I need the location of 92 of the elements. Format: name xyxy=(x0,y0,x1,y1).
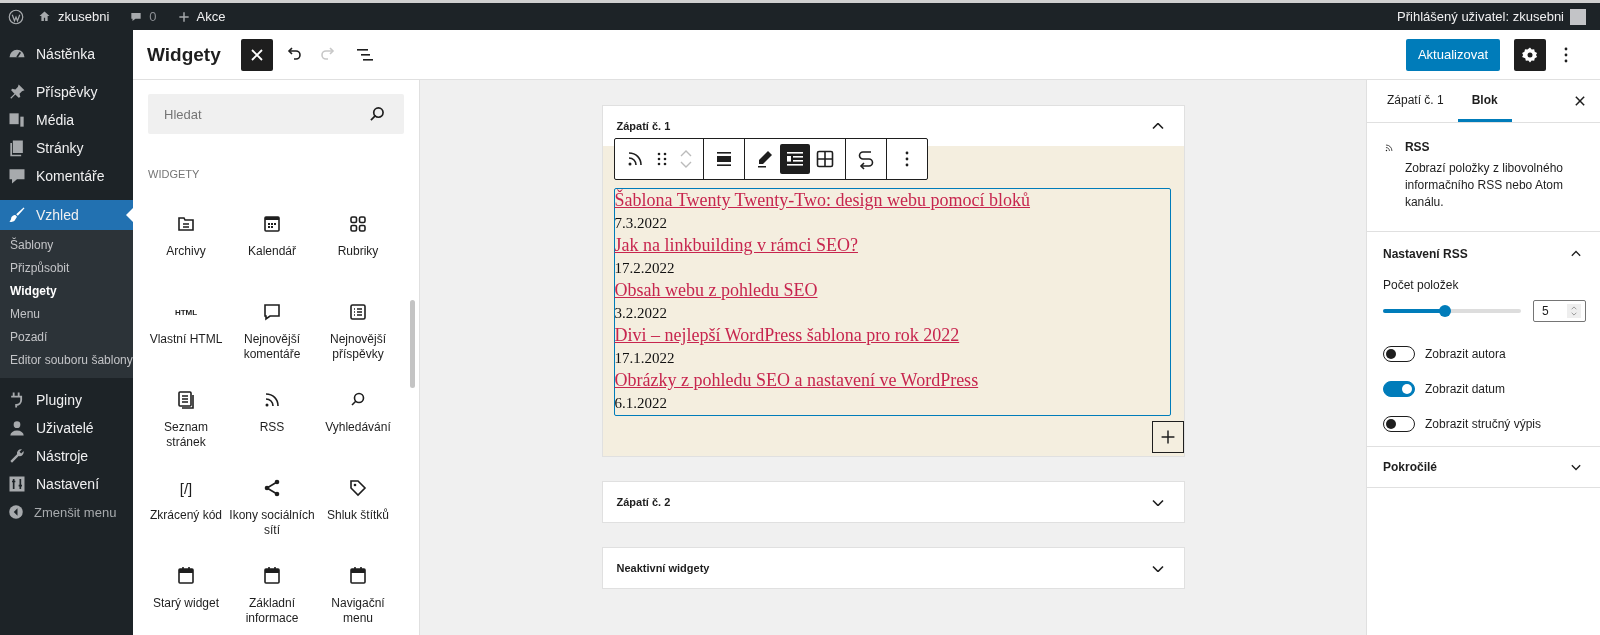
block-item[interactable]: Navigační menu xyxy=(315,554,401,635)
list-button[interactable] xyxy=(779,144,810,174)
sidebar-sublink[interactable]: Menu xyxy=(0,303,133,326)
post-date: 6.1.2022 xyxy=(614,394,668,413)
block-description: Zobrazí položky z libovolného informačního RSS nebo Atom kanálu. xyxy=(1404,160,1564,211)
sidebar-link[interactable]: Stránky xyxy=(0,134,133,162)
widget-area-title: Neaktivní widgety xyxy=(616,562,710,574)
toggle-label: Zobrazit autora xyxy=(1425,347,1506,361)
speech-bubble-icon xyxy=(7,166,27,186)
more-icon xyxy=(904,151,909,167)
post-link[interactable]: Jak na linkbuilding v rámci SEO? xyxy=(614,234,1170,257)
block-item[interactable]: Základní informace xyxy=(229,554,315,635)
widget-area-title: Zápatí č. 1 xyxy=(616,120,671,132)
block-item[interactable]: Shluk štítků xyxy=(315,466,401,550)
scrollbar[interactable] xyxy=(410,300,415,388)
widget-area-title: Zápatí č. 2 xyxy=(616,496,671,508)
chevron-down-icon[interactable] xyxy=(1151,498,1164,506)
toggle-switch[interactable] xyxy=(1383,346,1415,362)
wordpress-logo-icon[interactable] xyxy=(7,7,25,26)
sidebar-sublink[interactable]: Editor souboru šablony xyxy=(0,349,133,372)
block-item[interactable]: Rubriky xyxy=(315,202,401,286)
site-link[interactable]: zkusebni xyxy=(29,9,118,24)
sidebar-sublink[interactable]: Šablony xyxy=(0,234,133,257)
block-item[interactable]: Ikony sociálních sítí xyxy=(229,466,315,550)
category-heading: WIDGETY xyxy=(148,168,201,180)
user-link[interactable]: Přihlášený uživatel: zkusebni xyxy=(1389,8,1594,25)
sidebar-sublink[interactable]: Pozadí xyxy=(0,326,133,349)
glyph-icon: HTML xyxy=(174,307,198,317)
toggle-label: Zobrazit datum xyxy=(1425,382,1506,396)
number-field[interactable]: 5 xyxy=(1533,300,1586,322)
panel-header[interactable]: Nastavení RSS xyxy=(1367,234,1600,274)
block-item[interactable]: Archivy xyxy=(143,202,229,286)
post-link[interactable]: Obsah webu z pohledu SEO xyxy=(614,279,1170,302)
block-item[interactable]: Starý widget xyxy=(143,554,229,635)
block-item[interactable]: HTML Vlastní HTML xyxy=(143,290,229,374)
add-block-button[interactable] xyxy=(1151,421,1184,453)
chevron-up-icon[interactable] xyxy=(1151,122,1164,130)
block-item[interactable]: [/] Zkrácený kód xyxy=(143,466,229,550)
left-arrow-circle-icon xyxy=(7,503,25,521)
spinner-arrows-icon xyxy=(1567,304,1581,318)
new-link[interactable]: Akce xyxy=(168,9,234,24)
post-date: 17.2.2022 xyxy=(614,259,676,278)
block-item[interactable]: Seznam stránek xyxy=(143,378,229,462)
toggle-label: Zobrazit stručný výpis xyxy=(1425,417,1542,431)
block-item[interactable]: RSS xyxy=(229,378,315,462)
sidebar-link[interactable]: Příspěvky xyxy=(0,78,133,106)
home-icon xyxy=(37,9,52,24)
block-item[interactable]: Vyhledávání xyxy=(315,378,401,462)
sidebar-link[interactable]: Nastavení xyxy=(0,470,133,498)
sidebar-link[interactable]: Komentáře xyxy=(0,162,133,190)
sidebar-sublink[interactable]: Widgety xyxy=(0,280,133,303)
sidebar-link[interactable]: Vzhled xyxy=(0,200,133,230)
slider-thumb[interactable] xyxy=(1439,305,1452,317)
block-title: RSS xyxy=(1404,140,1431,154)
post-date: 17.1.2022 xyxy=(614,349,676,368)
block-item[interactable]: Nejnovější komentáře xyxy=(229,290,315,374)
post-link[interactable]: Šablona Twenty Twenty-Two: design webu pomocí bloků xyxy=(614,189,1170,212)
post-link[interactable]: Divi – nejlepší WordPress šablona pro rok 2022 xyxy=(614,324,1170,347)
settings-button[interactable] xyxy=(1514,38,1546,71)
avatar-icon xyxy=(1570,8,1586,25)
sidebar-link[interactable]: Nástroje xyxy=(0,442,133,470)
toggle-switch[interactable] xyxy=(1383,381,1415,397)
sidebar-link[interactable]: Média xyxy=(0,106,133,134)
search-field[interactable]: Hledat xyxy=(148,94,404,134)
sidebar-link[interactable]: Uživatelé xyxy=(0,414,133,442)
block-item[interactable]: Nejnovější příspěvky xyxy=(315,290,401,374)
sidebar-link[interactable]: Pluginy xyxy=(0,386,133,414)
search-icon[interactable] xyxy=(370,107,384,121)
update-button[interactable]: Aktualizovat xyxy=(1405,38,1500,71)
user-icon xyxy=(7,418,27,438)
more-icon xyxy=(1564,46,1568,63)
plus-icon xyxy=(176,9,191,24)
block-item[interactable]: Kalendář xyxy=(229,202,315,286)
glyph-icon: [/] xyxy=(179,479,193,497)
post-date: 3.2.2022 xyxy=(614,304,668,323)
sidebar-sublink[interactable]: Přizpůsobit xyxy=(0,257,133,280)
comments-link[interactable]: 0 xyxy=(121,9,165,24)
field-label: Počet položek xyxy=(1382,278,1460,292)
sidebar-tab[interactable]: Blok xyxy=(1457,80,1512,122)
paintbrush-icon xyxy=(7,205,27,225)
panel-header[interactable]: Pokročilé xyxy=(1367,447,1600,487)
sidebar-tab[interactable]: Zápatí č. 1 xyxy=(1373,80,1458,122)
close-button[interactable] xyxy=(240,38,273,71)
post-date: 7.3.2022 xyxy=(614,214,668,233)
media-icon xyxy=(7,110,27,130)
collapse-menu-button[interactable]: Zmenšit menu xyxy=(0,498,133,526)
post-link[interactable]: Obrázky z pohledu SEO a nastavení ve WordPress xyxy=(614,369,1170,392)
chevron-down-icon[interactable] xyxy=(1151,564,1164,572)
sliders-icon xyxy=(7,474,27,494)
page-title: Widgety xyxy=(147,43,221,66)
sidebar-link[interactable]: Nástěnka xyxy=(0,40,133,68)
toggle-switch[interactable] xyxy=(1383,416,1415,432)
